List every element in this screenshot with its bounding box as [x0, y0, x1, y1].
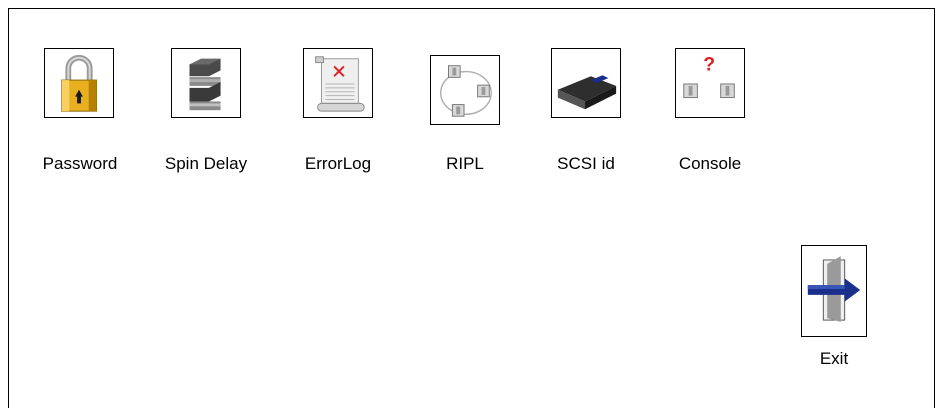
errorlog-label: ErrorLog: [304, 154, 372, 173]
node-left: [683, 83, 698, 99]
exit-button[interactable]: [801, 245, 867, 337]
network-nodes-icon: [439, 65, 492, 117]
node-top: [448, 65, 461, 78]
spin-delay-button[interactable]: [171, 48, 241, 118]
password-label: Password: [42, 154, 118, 173]
console-button[interactable]: ?: [675, 48, 745, 118]
node-right: [477, 84, 490, 98]
disk-stack-icon: [189, 58, 221, 111]
password-button[interactable]: [44, 48, 114, 118]
node-bottom: [451, 104, 465, 117]
padlock-icon: [61, 54, 97, 112]
scsi-id-button[interactable]: [551, 48, 621, 118]
ripl-button[interactable]: [430, 55, 500, 125]
scroll-error-icon: [315, 56, 365, 112]
scsi-drive-icon: [557, 75, 617, 110]
exit-label: Exit: [819, 349, 849, 368]
console-question-icon: ?: [683, 53, 735, 99]
scsi-id-label: SCSI id: [557, 154, 615, 173]
errorlog-button[interactable]: [303, 48, 373, 118]
exit-door-icon: [807, 256, 861, 323]
console-label: Console: [678, 154, 742, 173]
svg-text:?: ?: [703, 53, 715, 75]
ripl-label: RIPL: [446, 154, 484, 173]
spin-delay-label: Spin Delay: [164, 154, 248, 173]
node-right: [720, 83, 735, 99]
